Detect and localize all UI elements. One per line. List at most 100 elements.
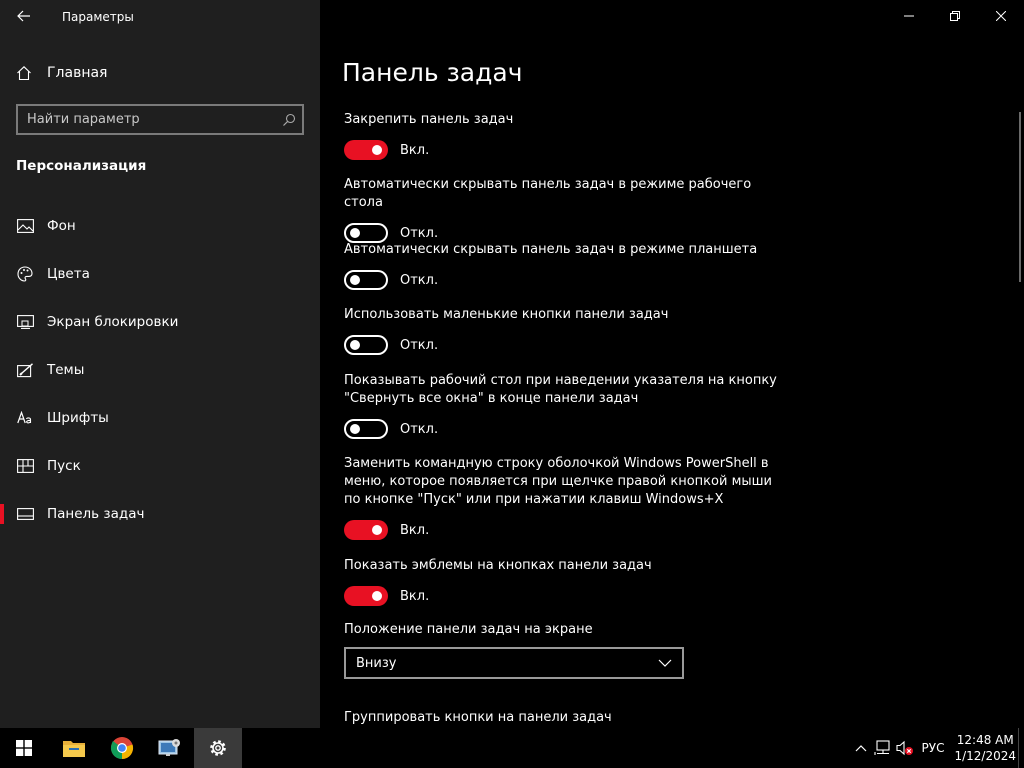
taskbar-file-explorer[interactable] [50,728,98,768]
setting-description: Закрепить панель задач [344,112,514,127]
clock-time: 12:48 AM [956,733,1014,747]
toggle-row: Вкл. [344,139,784,161]
toggle-state-label: Вкл. [400,142,430,158]
sidebar-item-background[interactable]: Фон [0,202,320,250]
sidebar-item-label: Пуск [47,458,81,474]
peek-desktop-toggle[interactable] [344,419,388,439]
sidebar-item-fonts[interactable]: Шрифты [0,394,320,442]
toggle-knob [350,228,360,238]
main-content: Панель задач Закрепить панель задач Вкл.… [320,0,1024,728]
setting-autohide-tablet: Автоматически скрывать панель задач в ре… [344,241,784,291]
sidebar-item-label: Темы [47,362,85,378]
picture-icon [16,217,34,235]
show-desktop-button[interactable] [1018,728,1024,768]
scrollbar[interactable] [1019,112,1021,282]
palette-icon [16,265,34,283]
toggle-row: Откл. [344,334,784,356]
close-button[interactable] [978,0,1024,32]
sidebar-item-label: Фон [47,218,76,234]
sidebar-home-label: Главная [47,65,108,81]
app-title: Параметры [62,10,134,24]
clock[interactable]: 12:48 AM 1/12/2024 [952,728,1018,768]
setting-badges: Показать эмблемы на кнопках панели задач… [344,557,784,607]
control-panel-icon [158,739,180,756]
autohide-desktop-toggle[interactable] [344,223,388,243]
setting-lock-taskbar: Закрепить панель задач Вкл. [344,111,784,161]
network-icon [873,740,890,755]
setting-description: Заменить командную строку оболочкой Wind… [344,456,772,507]
lock-taskbar-toggle[interactable] [344,140,388,160]
toggle-state-label: Вкл. [400,522,430,538]
autohide-tablet-toggle[interactable] [344,270,388,290]
taskbar-control-panel[interactable] [146,728,194,768]
taskbar-chrome[interactable] [98,728,146,768]
sidebar-home[interactable]: Главная [0,58,320,88]
toggle-knob [350,340,360,350]
sidebar-item-label: Экран блокировки [47,314,179,330]
toggle-row: Откл. [344,269,784,291]
network-tray-button[interactable] [872,728,894,768]
powershell-toggle[interactable] [344,520,388,540]
toggle-state-label: Откл. [400,225,439,241]
home-icon [16,64,34,82]
themes-icon [16,361,34,379]
toggle-knob [350,275,360,285]
search-input[interactable] [18,112,276,127]
start-icon [16,457,34,475]
toggle-state-label: Откл. [400,337,439,353]
show-hidden-icons-button[interactable] [850,728,872,768]
setting-description: Автоматически скрывать панель задач в ре… [344,242,758,257]
setting-position: Положение панели задач на экране Внизу [344,622,784,679]
setting-small-buttons: Использовать маленькие кнопки панели зад… [344,306,784,356]
chevron-up-icon [855,745,866,752]
clock-date: 1/12/2024 [954,749,1016,763]
windows-logo-icon [16,740,32,756]
lock-screen-icon [16,313,34,331]
setting-peek-desktop: Показывать рабочий стол при наведении ук… [344,372,784,440]
sidebar-item-label: Шрифты [47,410,109,426]
close-icon [996,11,1006,21]
position-value: Внизу [356,655,397,671]
toggle-knob [372,591,382,601]
sidebar-item-themes[interactable]: Темы [0,346,320,394]
section-title: Персонализация [16,158,147,174]
setting-description: Автоматически скрывать панель задач в ре… [344,177,752,210]
volume-tray-button[interactable] [894,728,916,768]
chevron-down-icon [658,659,672,667]
toggle-knob [372,145,382,155]
badges-toggle[interactable] [344,586,388,606]
taskbar-settings[interactable] [194,728,242,768]
window-controls [886,0,1024,32]
settings-gear-icon [210,740,226,756]
restore-button[interactable] [932,0,978,32]
title-bar: Параметры [0,0,320,34]
sidebar-item-label: Панель задач [47,506,145,522]
sidebar: Параметры Главная Персонализация Фон Цве… [0,0,320,728]
setting-autohide-desktop: Автоматически скрывать панель задач в ре… [344,176,784,244]
language-indicator[interactable]: РУС [920,728,947,768]
minimize-button[interactable] [886,0,932,32]
search-icon[interactable] [276,107,302,133]
sidebar-item-colors[interactable]: Цвета [0,250,320,298]
back-button[interactable] [8,2,40,30]
toggle-state-label: Откл. [400,421,439,437]
sidebar-item-lock-screen[interactable]: Экран блокировки [0,298,320,346]
taskbar: РУС 12:48 AM 1/12/2024 [0,728,1024,768]
page-title: Панель задач [342,58,523,87]
start-button[interactable] [0,728,48,768]
back-arrow-icon [17,10,30,22]
small-buttons-toggle[interactable] [344,335,388,355]
toggle-state-label: Откл. [400,272,439,288]
toggle-row: Вкл. [344,519,784,541]
sidebar-item-start[interactable]: Пуск [0,442,320,490]
taskbar-icon [16,505,34,523]
restore-icon [950,11,960,21]
position-dropdown[interactable]: Внизу [344,647,684,679]
toggle-state-label: Вкл. [400,588,430,604]
setting-description: Использовать маленькие кнопки панели зад… [344,307,669,322]
toggle-knob [372,525,382,535]
search-box[interactable] [16,104,304,135]
position-label: Положение панели задач на экране [344,622,593,637]
chrome-icon [110,737,134,760]
sidebar-item-taskbar[interactable]: Панель задач [0,490,320,538]
